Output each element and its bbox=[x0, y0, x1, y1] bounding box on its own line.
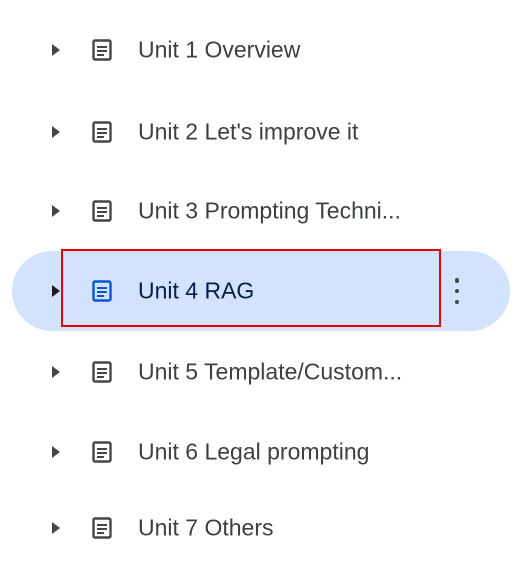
document-icon bbox=[92, 39, 112, 61]
caret-right-icon[interactable] bbox=[52, 44, 60, 56]
outline-item-unit-6[interactable]: Unit 6 Legal prompting bbox=[12, 412, 510, 492]
caret-right-icon[interactable] bbox=[52, 366, 60, 378]
document-icon bbox=[92, 121, 112, 143]
outline-item-unit-7[interactable]: Unit 7 Others bbox=[12, 488, 510, 568]
document-icon bbox=[92, 517, 112, 539]
outline-item-label: Unit 5 Template/Custom... bbox=[138, 358, 403, 385]
document-icon bbox=[92, 361, 112, 383]
document-icon bbox=[92, 200, 112, 222]
highlight-box bbox=[61, 249, 441, 327]
more-vert-icon[interactable] bbox=[451, 278, 463, 304]
caret-right-icon[interactable] bbox=[52, 446, 60, 458]
caret-right-icon[interactable] bbox=[52, 126, 60, 138]
outline-item-label: Unit 6 Legal prompting bbox=[138, 438, 370, 465]
outline-item-label: Unit 2 Let's improve it bbox=[138, 118, 359, 145]
outline-item-label: Unit 1 Overview bbox=[138, 36, 301, 63]
outline-item-label: Unit 3 Prompting Techni... bbox=[138, 197, 401, 224]
outline-item-label: Unit 7 Others bbox=[138, 514, 274, 541]
outline-item-unit-1[interactable]: Unit 1 Overview bbox=[12, 10, 510, 90]
document-icon bbox=[92, 441, 112, 463]
outline-item-unit-3[interactable]: Unit 3 Prompting Techni... bbox=[12, 171, 510, 251]
caret-right-icon[interactable] bbox=[52, 522, 60, 534]
outline-item-unit-5[interactable]: Unit 5 Template/Custom... bbox=[12, 332, 510, 412]
caret-right-icon[interactable] bbox=[52, 205, 60, 217]
document-outline: Unit 1 Overview Unit 2 Let's improve it … bbox=[0, 0, 514, 568]
caret-right-icon[interactable] bbox=[52, 285, 60, 297]
outline-item-unit-2[interactable]: Unit 2 Let's improve it bbox=[12, 92, 510, 172]
